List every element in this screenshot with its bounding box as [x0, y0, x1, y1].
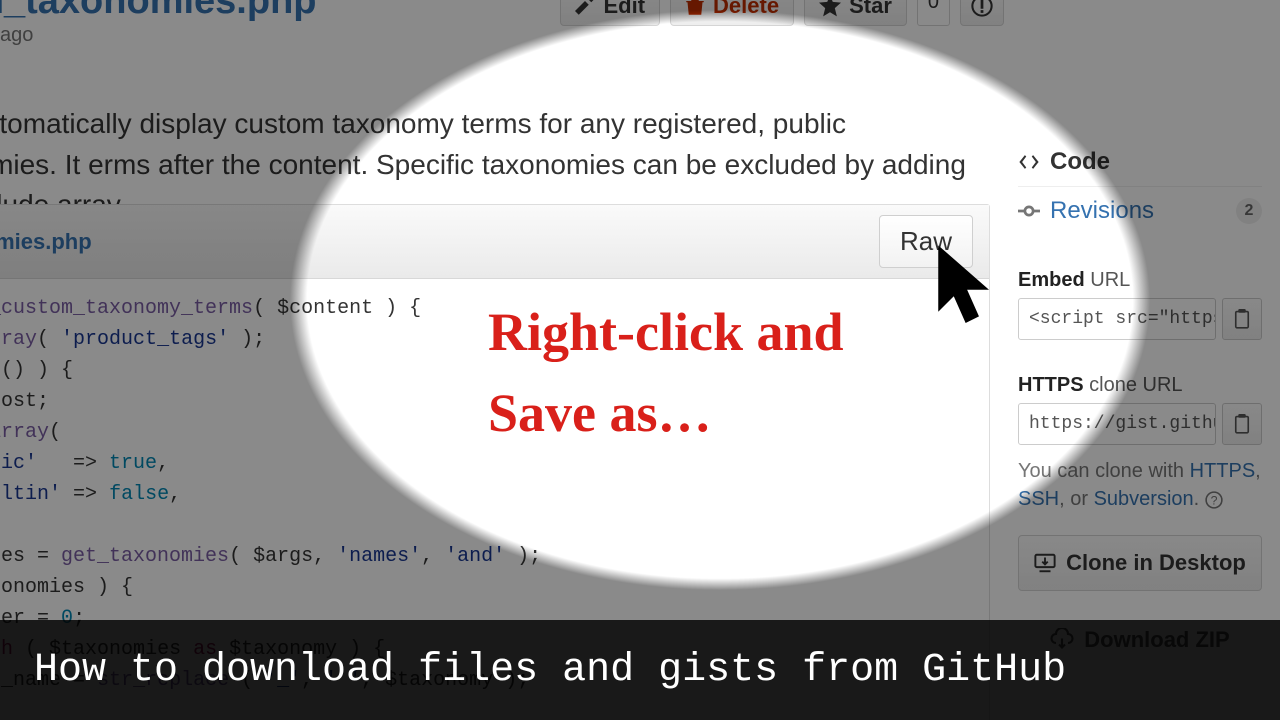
sidebar-code-label: Code — [1050, 148, 1110, 176]
star-button[interactable]: Star — [804, 0, 907, 26]
copy-https-button[interactable] — [1222, 403, 1262, 445]
star-count: 0 — [917, 0, 950, 26]
revisions-count: 2 — [1236, 198, 1262, 224]
delete-button-label: Delete — [713, 0, 779, 19]
desktop-download-icon — [1034, 552, 1056, 574]
video-caption-text: How to download files and gists from Git… — [34, 648, 1066, 693]
https-clone-label: HTTPS clone URL — [1018, 374, 1262, 397]
sidebar-revisions-label: Revisions — [1050, 197, 1154, 225]
star-icon — [819, 0, 841, 17]
ssh-link[interactable]: SSH — [1018, 488, 1059, 510]
help-icon[interactable]: ? — [1205, 491, 1223, 509]
file-name-link[interactable]: taxonomies.php — [0, 229, 92, 255]
commit-icon — [1018, 200, 1040, 222]
https-clone-input[interactable]: https://gist.github — [1018, 403, 1216, 445]
clone-in-desktop-label: Clone in Desktop — [1066, 550, 1246, 576]
sidebar-revisions-tab[interactable]: Revisions 2 — [1018, 186, 1262, 235]
sidebar-code-tab[interactable]: Code — [1018, 138, 1262, 186]
edit-button[interactable]: Edit — [560, 0, 660, 26]
clone-in-desktop-button[interactable]: Clone in Desktop — [1018, 535, 1262, 591]
copy-embed-button[interactable] — [1222, 298, 1262, 340]
annotation-text: Right-click and Save as… — [488, 292, 844, 454]
clipboard-icon — [1232, 414, 1252, 434]
timestamp-ago: ago — [0, 24, 33, 47]
embed-url-input[interactable]: <script src="https:. — [1018, 298, 1216, 340]
code-icon — [1018, 151, 1040, 173]
https-link[interactable]: HTTPS — [1190, 460, 1256, 482]
edit-button-label: Edit — [603, 0, 645, 19]
clipboard-icon — [1232, 309, 1252, 329]
more-menu-button[interactable] — [960, 0, 1004, 26]
embed-url-label: Embed URL — [1018, 269, 1262, 292]
video-caption-bar: How to download files and gists from Git… — [0, 620, 1280, 720]
delete-button[interactable]: Delete — [670, 0, 794, 26]
subversion-link[interactable]: Subversion — [1094, 488, 1194, 510]
alert-icon — [971, 0, 993, 17]
trash-icon — [685, 0, 705, 16]
cursor-icon — [936, 244, 996, 334]
gist-title[interactable]: isplay_custom_taxonomies.php — [0, 0, 317, 23]
star-button-label: Star — [849, 0, 892, 19]
pencil-icon — [575, 0, 595, 16]
clone-help-text: You can clone with HTTPS, SSH, or Subver… — [1018, 457, 1262, 513]
svg-text:?: ? — [1210, 493, 1217, 507]
